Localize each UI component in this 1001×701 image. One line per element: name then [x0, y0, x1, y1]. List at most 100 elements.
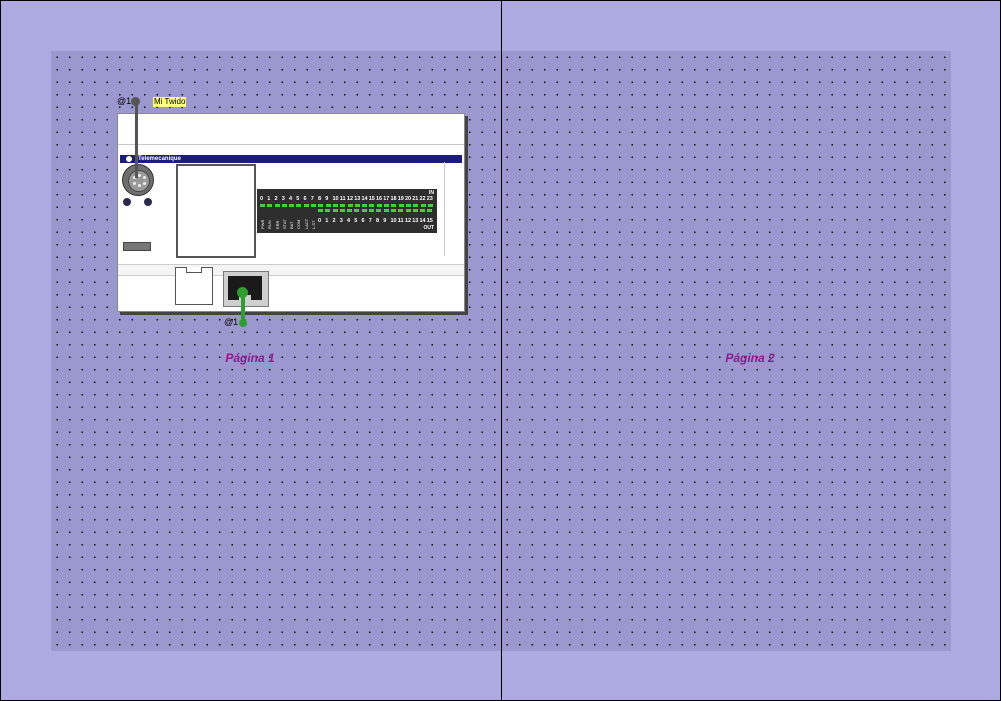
status-label: LACT	[303, 218, 309, 229]
led-number: 9	[325, 196, 329, 202]
plc-brand-text: Telemecanique	[138, 156, 181, 162]
led-number: 1	[267, 196, 271, 202]
led-number: 14	[419, 218, 426, 224]
led-number: 3	[281, 196, 285, 202]
led-indicator-icon	[318, 204, 324, 207]
plc-display-window	[176, 164, 256, 258]
led-indicator-icon	[412, 209, 418, 212]
led-indicator-icon	[420, 204, 426, 207]
expansion-port[interactable]	[175, 267, 213, 305]
led-indicator-icon	[427, 204, 433, 207]
led-indicator-icon	[347, 209, 353, 212]
brand-logo-icon	[126, 156, 132, 162]
plc-top-edge	[118, 144, 464, 145]
led-number: 3	[339, 218, 343, 224]
led-indicator-icon	[413, 204, 419, 207]
led-number: 9	[383, 218, 387, 224]
led-number: 8	[318, 196, 322, 202]
serial-pin-icon	[143, 176, 146, 179]
serial-pin-icon	[138, 174, 141, 177]
led-number: 13	[412, 218, 419, 224]
page-divider	[501, 1, 502, 701]
led-number: 23	[426, 196, 433, 202]
extension-connector	[123, 242, 151, 251]
ethernet-cable-endpoint-top[interactable]	[237, 287, 248, 298]
status-label: L.ST	[311, 220, 317, 229]
led-number: 11	[397, 218, 404, 224]
led-indicator-icon	[376, 209, 382, 212]
led-indicator-icon	[390, 209, 396, 212]
plc-right-edge	[444, 162, 445, 256]
led-indicator-icon	[325, 209, 331, 212]
address-label-top: @1	[117, 96, 132, 106]
led-out-label: OUT	[423, 225, 434, 231]
led-indicator-icon	[354, 204, 360, 207]
led-number: 16	[376, 196, 383, 202]
potentiometer-a	[123, 198, 131, 206]
serial-pin-icon	[143, 182, 146, 185]
led-indicator-icon	[318, 209, 323, 212]
led-number: 22	[419, 196, 426, 202]
led-indicator-icon	[362, 204, 368, 207]
led-number: 2	[332, 218, 336, 224]
led-number: 7	[368, 218, 372, 224]
led-indicator-icon	[369, 204, 375, 207]
led-number: 18	[390, 196, 397, 202]
led-number: 1	[325, 218, 329, 224]
led-indicator-icon	[325, 204, 331, 207]
led-number: 4	[289, 196, 293, 202]
led-indicator-icon	[398, 209, 404, 212]
serial-cable[interactable]	[135, 101, 138, 178]
led-number: 6	[303, 196, 307, 202]
page-label-2: Página 2	[725, 351, 775, 365]
serial-cable-endpoint[interactable]	[131, 97, 140, 106]
ethernet-cable-endpoint-bottom[interactable]	[239, 319, 247, 327]
status-label: ERR	[274, 220, 280, 229]
led-number: 10	[332, 196, 339, 202]
led-number: 0	[318, 218, 322, 224]
led-indicator-icon	[420, 209, 426, 212]
led-number: 12	[347, 196, 354, 202]
serial-port-socket	[128, 170, 150, 192]
led-number: 13	[354, 196, 361, 202]
address-label-bottom: @1	[224, 317, 239, 327]
led-indicator-icon	[332, 209, 338, 212]
led-indicator-icon	[340, 204, 346, 207]
led-number: 19	[397, 196, 404, 202]
led-indicator-icon	[427, 209, 433, 212]
serial-pin-icon	[133, 182, 136, 185]
led-indicator-icon	[383, 209, 389, 212]
led-indicator-icon	[398, 204, 404, 207]
led-number: 21	[412, 196, 419, 202]
led-number: 17	[383, 196, 390, 202]
led-panel: IN 0 1 2 3 4 5 6 7 8 9 10 11 12 13 14 15 16 17 18 19 20 21 22 2…	[257, 189, 437, 233]
design-canvas[interactable]: Página 1 Página 2 Telemecanique IN 01234…	[0, 0, 1001, 701]
page-label-1: Página 1	[225, 351, 275, 365]
output-led-row	[318, 209, 435, 212]
led-indicator-icon	[354, 209, 360, 212]
input-number-row: 0 1 2 3 4 5 6 7 8 9 10 11 12 13 14 15 16 17 18 19 20 21 22 23	[260, 196, 434, 202]
led-number: 2	[274, 196, 278, 202]
led-indicator-icon	[391, 204, 397, 207]
led-number: 6	[361, 218, 365, 224]
led-number: 10	[390, 218, 397, 224]
led-indicator-icon	[347, 204, 353, 207]
device-name-label[interactable]: Mi Twido	[153, 97, 187, 107]
led-indicator-icon	[369, 209, 375, 212]
led-number: 12	[405, 218, 412, 224]
status-label: COM	[296, 219, 302, 229]
plc-device[interactable]: Telemecanique IN 0 1 2 3 4 5 6 7 8 9 10 11 12 13 14 15 1…	[117, 113, 465, 312]
serial-pin-icon	[138, 184, 141, 187]
led-number: 20	[405, 196, 412, 202]
led-number: 5	[296, 196, 300, 202]
serial-port[interactable]	[122, 164, 154, 196]
led-number: 11	[339, 196, 346, 202]
potentiometer-b	[144, 198, 152, 206]
led-indicator-icon	[384, 204, 390, 207]
led-indicator-icon	[361, 209, 367, 212]
led-number: 15	[368, 196, 375, 202]
output-number-row: 0 1 2 3 4 5 6 7 8 9 10 11 12 13 14 15	[318, 218, 434, 224]
led-number: 4	[347, 218, 351, 224]
led-number: 15	[426, 218, 433, 224]
led-indicator-icon	[405, 209, 411, 212]
